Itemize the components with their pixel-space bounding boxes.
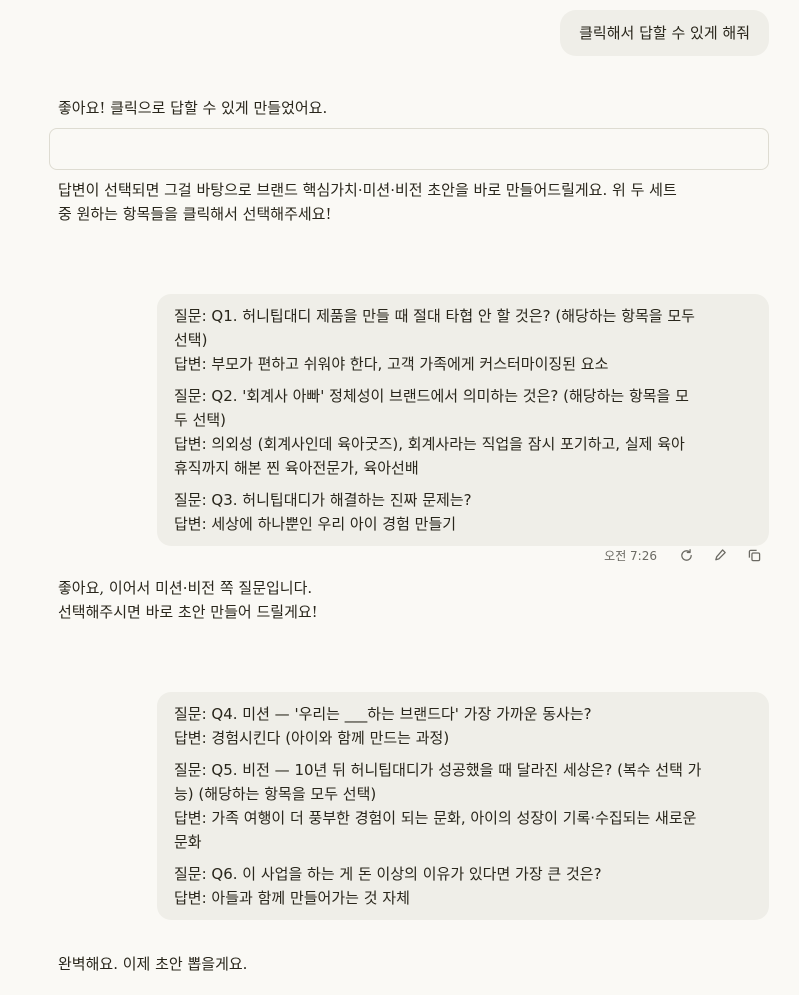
user-answers-bubble: 질문: Q4. 미션 — '우리는 ___하는 브랜드다' 가장 가까운 동사는… bbox=[157, 692, 769, 920]
user-message-bubble: 클릭해서 답할 수 있게 해줘 bbox=[560, 10, 769, 56]
answer-text: 답변: 경험시킨다 (아이와 함께 만드는 과정) bbox=[174, 729, 450, 747]
retry-icon[interactable] bbox=[675, 544, 697, 566]
question-text: 질문: Q6. 이 사업을 하는 게 돈 이상의 이유가 있다면 가장 큰 것은… bbox=[174, 865, 602, 883]
assistant-message-text: 중 원하는 항목들을 클릭해서 선택해주세요! bbox=[58, 205, 332, 223]
user-message-text: 클릭해서 답할 수 있게 해줘 bbox=[579, 24, 750, 42]
qa-item: 질문: Q3. 허니팁대디가 해결하는 진짜 문제는? 답변: 세상에 하나뿐인… bbox=[174, 488, 753, 536]
answer-text: 답변: 세상에 하나뿐인 우리 아이 경험 만들기 bbox=[174, 515, 457, 533]
qa-item: 질문: Q5. 비전 — 10년 뒤 허니팁대디가 성공했을 때 달라진 세상은… bbox=[174, 758, 753, 854]
message-timestamp: 오전 7:26 bbox=[604, 548, 657, 563]
answer-text: 답변: 아들과 함께 만들어가는 것 자체 bbox=[174, 889, 410, 907]
interactive-widget-frame[interactable] bbox=[49, 128, 769, 170]
assistant-message-text: 선택해주시면 바로 초안 만들어 드릴게요! bbox=[58, 603, 318, 621]
qa-item: 질문: Q6. 이 사업을 하는 게 돈 이상의 이유가 있다면 가장 큰 것은… bbox=[174, 862, 753, 910]
question-text: 질문: Q3. 허니팁대디가 해결하는 진짜 문제는? bbox=[174, 491, 472, 509]
user-answers-bubble: 질문: Q1. 허니팁대디 제품을 만들 때 절대 타협 안 할 것은? (해당… bbox=[157, 294, 769, 546]
qa-item: 질문: Q4. 미션 — '우리는 ___하는 브랜드다' 가장 가까운 동사는… bbox=[174, 702, 753, 750]
assistant-message-text: 좋아요! 클릭으로 답할 수 있게 만들었어요. bbox=[58, 99, 328, 117]
assistant-message: 좋아요! 클릭으로 답할 수 있게 만들었어요. bbox=[58, 96, 327, 120]
message-actions: 오전 7:26 bbox=[604, 544, 765, 566]
question-text: 두 선택) bbox=[174, 411, 227, 429]
answer-text: 답변: 의외성 (회계사인데 육아굿즈), 회계사라는 직업을 잠시 포기하고,… bbox=[174, 435, 685, 453]
answer-text: 문화 bbox=[174, 833, 202, 851]
copy-icon[interactable] bbox=[743, 544, 765, 566]
assistant-message-text: 답변이 선택되면 그걸 바탕으로 브랜드 핵심가치·미션·비전 초안을 바로 만… bbox=[58, 181, 677, 199]
answer-text: 답변: 가족 여행이 더 풍부한 경험이 되는 문화, 아이의 성장이 기록·수… bbox=[174, 809, 697, 827]
edit-icon[interactable] bbox=[709, 544, 731, 566]
answer-text: 답변: 부모가 편하고 쉬워야 한다, 고객 가족에게 커스터마이징된 요소 bbox=[174, 355, 609, 373]
answer-text: 휴직까지 해본 찐 육아전문가, 육아선배 bbox=[174, 459, 419, 477]
question-text: 선택) bbox=[174, 331, 208, 349]
qa-item: 질문: Q2. '회계사 아빠' 정체성이 브랜드에서 의미하는 것은? (해당… bbox=[174, 384, 753, 480]
assistant-message: 완벽해요. 이제 초안 뽑을게요. bbox=[58, 952, 247, 976]
qa-item: 질문: Q1. 허니팁대디 제품을 만들 때 절대 타협 안 할 것은? (해당… bbox=[174, 304, 753, 376]
assistant-message: 좋아요, 이어서 미션·비전 쪽 질문입니다. 선택해주시면 바로 초안 만들어… bbox=[58, 576, 318, 624]
question-text: 질문: Q1. 허니팁대디 제품을 만들 때 절대 타협 안 할 것은? (해당… bbox=[174, 307, 695, 325]
assistant-message-text: 완벽해요. 이제 초안 뽑을게요. bbox=[58, 955, 248, 973]
question-text: 질문: Q2. '회계사 아빠' 정체성이 브랜드에서 의미하는 것은? (해당… bbox=[174, 387, 689, 405]
assistant-message-text: 좋아요, 이어서 미션·비전 쪽 질문입니다. bbox=[58, 579, 313, 597]
question-text: 질문: Q5. 비전 — 10년 뒤 허니팁대디가 성공했을 때 달라진 세상은… bbox=[174, 761, 702, 779]
question-text: 능) (해당하는 항목을 모두 선택) bbox=[174, 785, 377, 803]
assistant-message: 답변이 선택되면 그걸 바탕으로 브랜드 핵심가치·미션·비전 초안을 바로 만… bbox=[58, 178, 677, 226]
question-text: 질문: Q4. 미션 — '우리는 ___하는 브랜드다' 가장 가까운 동사는… bbox=[174, 705, 592, 723]
